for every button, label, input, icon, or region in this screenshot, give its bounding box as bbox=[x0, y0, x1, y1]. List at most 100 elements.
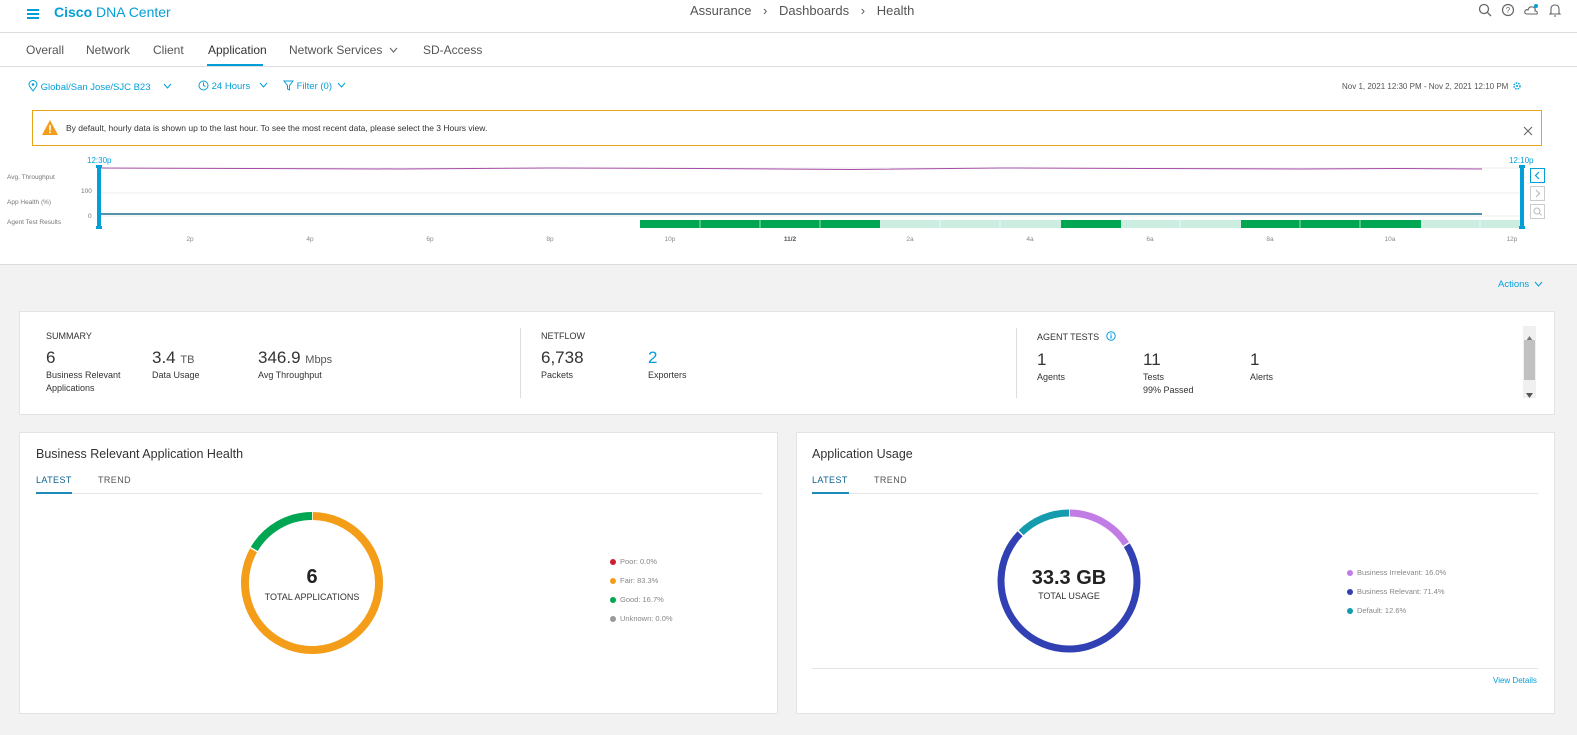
tab-client[interactable]: Client bbox=[153, 43, 184, 57]
breadcrumb-dashboards[interactable]: Dashboards bbox=[779, 3, 849, 18]
panel-footer-divider bbox=[812, 668, 1538, 669]
tab-latest[interactable]: LATEST bbox=[812, 475, 848, 485]
legend-swatch bbox=[610, 616, 616, 623]
legend-item-good: Good: 16.7% bbox=[610, 595, 664, 604]
hamburger-menu-icon[interactable] bbox=[26, 7, 40, 21]
x-tick: 10p bbox=[664, 236, 676, 243]
scrollbar-thumb[interactable] bbox=[1524, 340, 1535, 380]
app-health-title: Business Relevant Application Health bbox=[36, 447, 244, 461]
chevron-down-icon bbox=[163, 81, 172, 92]
filter-selector[interactable]: Filter (0) bbox=[282, 80, 346, 94]
panel-tab-divider bbox=[812, 493, 1538, 494]
cloud-notification-icon[interactable] bbox=[1524, 3, 1540, 22]
x-tick-date: 11/2 bbox=[783, 236, 797, 243]
banner-message: By default, hourly data is shown up to t… bbox=[66, 123, 488, 133]
donut-slice-business-irrelevant[interactable] bbox=[1068, 509, 1130, 547]
data-usage-value: 3.4 bbox=[152, 348, 176, 367]
actions-label: Actions bbox=[1498, 279, 1530, 290]
warning-triangle-icon bbox=[41, 119, 59, 141]
view-details-link[interactable]: View Details bbox=[1493, 676, 1537, 685]
legend-swatch bbox=[1347, 570, 1353, 577]
timeline-end-handle[interactable] bbox=[1519, 165, 1525, 229]
bell-icon[interactable] bbox=[1548, 3, 1562, 22]
throughput-label: Avg Throughput bbox=[258, 370, 322, 380]
throughput-value: 346.9 bbox=[258, 348, 301, 367]
legend-label: Fair: 83.3% bbox=[620, 576, 659, 585]
summary-title: SUMMARY bbox=[46, 331, 92, 341]
tab-trend[interactable]: TREND bbox=[874, 475, 907, 485]
tab-sd-access[interactable]: SD-Access bbox=[423, 43, 482, 57]
summary-scrollbar[interactable] bbox=[1523, 326, 1536, 398]
timeline-zoom-button[interactable] bbox=[1530, 204, 1545, 219]
agent-tests-title-text: AGENT TESTS bbox=[1037, 332, 1100, 342]
summary-apps-label: Business Relevant Applications bbox=[46, 370, 121, 393]
time-range-selector[interactable]: 24 Hours bbox=[198, 80, 268, 94]
legend-item-business-relevant: Business Relevant: 71.4% bbox=[1347, 587, 1445, 596]
health-donut-chart[interactable]: 6 TOTAL APPLICATIONS bbox=[237, 508, 387, 658]
legend-item-business-irrelevant: Business Irrelevant: 16.0% bbox=[1347, 568, 1446, 577]
info-icon[interactable] bbox=[1106, 331, 1116, 343]
filter-funnel-icon bbox=[282, 80, 295, 94]
actions-dropdown[interactable]: Actions bbox=[1498, 279, 1543, 290]
search-icon[interactable] bbox=[1478, 3, 1492, 22]
donut-slice-default[interactable] bbox=[1018, 509, 1070, 536]
clock-icon bbox=[198, 80, 209, 94]
usage-donut-chart[interactable]: 33.3 GB TOTAL USAGE bbox=[994, 506, 1144, 656]
packets-value: 6,738 bbox=[541, 348, 584, 367]
alerts-value: 1 bbox=[1250, 350, 1260, 369]
top-header: Cisco DNA Center Assurance › Dashboards … bbox=[0, 0, 1577, 33]
tab-trend[interactable]: TREND bbox=[98, 475, 131, 485]
tab-overall[interactable]: Overall bbox=[26, 43, 64, 57]
legend-item-poor: Poor: 0.0% bbox=[610, 557, 657, 566]
tab-active-indicator bbox=[36, 492, 72, 494]
location-selector[interactable]: Global/San Jose/SJC B23 bbox=[28, 80, 172, 95]
legend-swatch bbox=[610, 578, 616, 585]
legend-swatch bbox=[610, 559, 616, 566]
x-tick: 2p bbox=[186, 236, 194, 243]
brand-logo[interactable]: Cisco DNA Center bbox=[54, 4, 171, 20]
x-tick: 8p bbox=[546, 236, 554, 243]
chevron-down-icon bbox=[1534, 279, 1543, 290]
tab-network-services-label: Network Services bbox=[289, 43, 383, 57]
exporters-value[interactable]: 2 bbox=[648, 348, 657, 368]
chevron-down-icon bbox=[337, 80, 346, 91]
legend-item-fair: Fair: 83.3% bbox=[610, 576, 658, 585]
tab-application[interactable]: Application bbox=[208, 43, 267, 57]
app-health-panel: Business Relevant Application Health LAT… bbox=[19, 432, 778, 714]
tab-network-services[interactable]: Network Services bbox=[289, 43, 398, 57]
chevron-down-icon bbox=[389, 43, 398, 57]
timeline-next-button[interactable] bbox=[1530, 186, 1545, 201]
legend-label: Business Irrelevant: 16.0% bbox=[1357, 568, 1447, 577]
x-tick: 4p bbox=[306, 236, 314, 243]
timeline-prev-button[interactable] bbox=[1530, 168, 1545, 183]
breadcrumb-assurance[interactable]: Assurance bbox=[690, 3, 751, 18]
x-tick: 2a bbox=[906, 236, 914, 243]
timeline-start-handle[interactable] bbox=[96, 165, 102, 229]
x-tick: 6p bbox=[426, 236, 434, 243]
panel-tab-divider bbox=[36, 493, 762, 494]
divider bbox=[520, 328, 521, 398]
tab-network[interactable]: Network bbox=[86, 43, 130, 57]
close-icon[interactable] bbox=[1523, 123, 1533, 141]
settings-gear-icon[interactable] bbox=[1512, 82, 1521, 92]
legend-swatch bbox=[1347, 608, 1353, 615]
summary-data-usage: 3.4 TB bbox=[152, 348, 194, 368]
help-icon[interactable]: ? bbox=[1501, 3, 1515, 22]
data-usage-label: Data Usage bbox=[152, 370, 200, 380]
exporters-label: Exporters bbox=[648, 370, 687, 380]
chevron-down-icon bbox=[259, 80, 268, 91]
x-tick: 4a bbox=[1026, 236, 1034, 243]
date-range-display: Nov 1, 2021 12:30 PM - Nov 2, 2021 12:10… bbox=[1342, 82, 1521, 92]
tab-latest[interactable]: LATEST bbox=[36, 475, 72, 485]
brand-product: DNA Center bbox=[96, 4, 171, 20]
filter-label: Filter (0) bbox=[296, 81, 333, 92]
usage-total-value: 33.3 GB bbox=[1032, 567, 1106, 589]
timeline-chart[interactable] bbox=[0, 160, 1577, 240]
tests-value: 11 bbox=[1143, 350, 1161, 369]
x-tick: 10a bbox=[1384, 236, 1396, 243]
scroll-down-icon[interactable] bbox=[1526, 386, 1533, 404]
agents-value: 1 bbox=[1037, 350, 1047, 369]
health-total-value: 6 bbox=[306, 566, 317, 588]
timeline-gridlines bbox=[100, 167, 1522, 217]
donut-slice-good[interactable] bbox=[250, 512, 313, 552]
